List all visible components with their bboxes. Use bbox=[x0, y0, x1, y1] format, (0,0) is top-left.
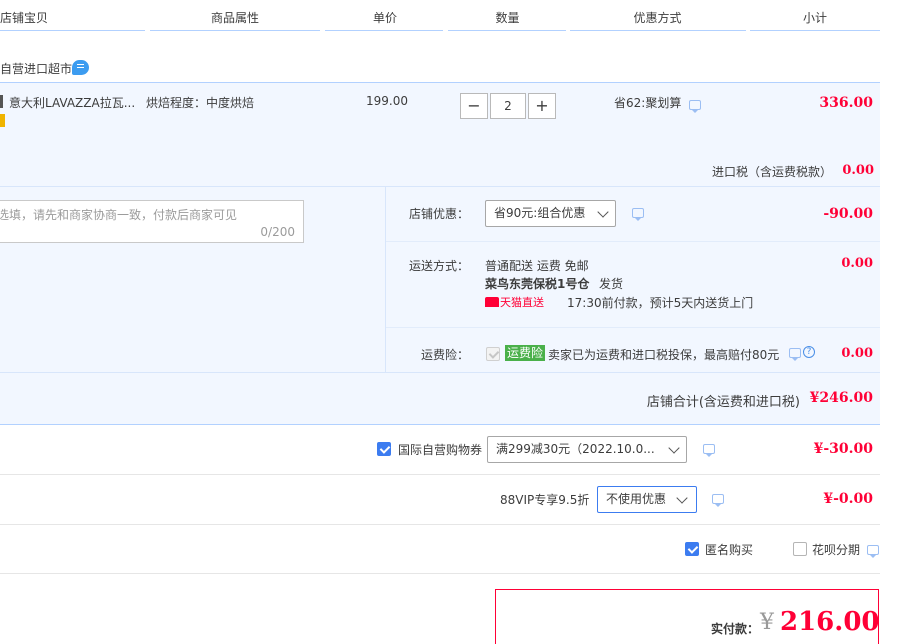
qty-plus-button[interactable]: + bbox=[528, 93, 556, 119]
message-icon[interactable] bbox=[689, 100, 701, 113]
message-placeholder: 选填，请先和商家协商一致，付款后商家可见 bbox=[0, 208, 238, 222]
payment-amount: 216.00 bbox=[780, 607, 880, 637]
section-divider bbox=[0, 186, 880, 187]
insurance-label: 运费险： bbox=[421, 348, 470, 362]
qty-input[interactable]: 2 bbox=[490, 93, 526, 119]
tmall-direct-badge: 天猫直送 bbox=[500, 296, 544, 309]
shop-discount-label: 店铺优惠： bbox=[409, 207, 470, 221]
chevron-down-icon bbox=[676, 492, 688, 504]
coupon-checkbox[interactable] bbox=[377, 442, 391, 456]
row-divider bbox=[0, 474, 880, 475]
chat-lines-icon bbox=[77, 64, 84, 68]
shipping-method: 普通配送 运费 免邮 bbox=[485, 259, 589, 273]
shop-discount-selected: 省90元:组合优惠 bbox=[494, 206, 586, 220]
vip-selected: 不使用优惠 bbox=[606, 492, 667, 506]
shipping-label: 运送方式： bbox=[409, 259, 470, 273]
chevron-down-icon bbox=[668, 442, 680, 454]
insurance-value: 0.00 bbox=[841, 346, 873, 361]
item-price: 199.00 bbox=[366, 94, 408, 108]
coupon-value: ¥-30.00 bbox=[813, 441, 873, 457]
header-item: 店铺宝贝 bbox=[0, 11, 49, 25]
vip-select[interactable]: 不使用优惠 bbox=[597, 486, 697, 513]
item-discount: 省62:聚划算 bbox=[614, 96, 682, 110]
header-discount: 优惠方式 bbox=[633, 11, 682, 25]
vip-label: 88VIP专享9.5折 bbox=[500, 493, 590, 507]
import-tax-label: 进口税（含运费税款） bbox=[711, 165, 832, 179]
header-subtotal: 小计 bbox=[802, 11, 827, 25]
message-counter: 0/200 bbox=[260, 225, 295, 239]
insurance-tag: 运费险 bbox=[505, 345, 546, 361]
header-attr: 商品属性 bbox=[210, 11, 259, 25]
shop-discount-value: -90.00 bbox=[823, 206, 873, 222]
header-qty: 数量 bbox=[495, 11, 520, 25]
insurance-desc: 卖家已为运费和进口税投保，最高赔付80元 bbox=[548, 348, 780, 362]
import-tax-value: 0.00 bbox=[842, 163, 874, 178]
insurance-checkbox bbox=[486, 347, 500, 361]
section-vertical-divider bbox=[385, 186, 386, 372]
payment-currency: ¥ bbox=[760, 610, 774, 635]
header-price: 单价 bbox=[372, 11, 397, 25]
message-icon[interactable] bbox=[867, 545, 879, 558]
item-tag-icon bbox=[0, 114, 5, 127]
shipping-eta: 17:30前付款，预计5天内送货上门 bbox=[567, 296, 754, 310]
shipping-value: 0.00 bbox=[841, 256, 873, 271]
message-icon[interactable] bbox=[703, 444, 715, 457]
vip-value: ¥-0.00 bbox=[823, 491, 873, 507]
section-bottom-border bbox=[0, 424, 880, 425]
tmall-logo-icon bbox=[485, 297, 499, 307]
message-icon[interactable] bbox=[632, 208, 644, 221]
item-thumbnail[interactable] bbox=[0, 95, 3, 108]
shipping-warehouse: 菜鸟东莞保税1号仓 bbox=[485, 277, 590, 291]
item-subtotal: 336.00 bbox=[819, 95, 873, 111]
row-divider bbox=[386, 327, 880, 328]
shop-discount-select[interactable]: 省90元:组合优惠 bbox=[485, 200, 616, 227]
qty-minus-button[interactable]: − bbox=[460, 93, 488, 119]
payment-label: 实付款： bbox=[711, 622, 760, 636]
anonymous-label: 匿名购买 bbox=[705, 543, 754, 557]
item-attr: 烘焙程度：中度烘焙 bbox=[146, 96, 255, 110]
seller-message-textarea[interactable]: 选填，请先和商家协商一致，付款后商家可见 0/200 bbox=[0, 200, 304, 243]
coupon-label: 国际自营购物券 bbox=[398, 443, 483, 457]
message-icon[interactable] bbox=[712, 494, 724, 507]
shop-total-value: ¥246.00 bbox=[809, 390, 873, 406]
huabei-label: 花呗分期 bbox=[812, 543, 861, 557]
coupon-selected: 满299减30元（2022.10.0... bbox=[496, 442, 655, 456]
row-divider bbox=[0, 573, 880, 574]
shipping-warehouse-suffix: 发货 bbox=[599, 277, 624, 291]
shop-total-label: 店铺合计(含运费和进口税) bbox=[646, 395, 800, 410]
item-title[interactable]: 意大利LAVAZZA拉瓦... bbox=[9, 94, 135, 111]
huabei-checkbox[interactable] bbox=[793, 542, 807, 556]
chat-bubble-icon[interactable] bbox=[72, 60, 89, 75]
chevron-down-icon bbox=[597, 206, 609, 218]
coupon-select[interactable]: 满299减30元（2022.10.0... bbox=[487, 436, 687, 463]
row-divider bbox=[0, 524, 880, 525]
shop-name[interactable]: 自营进口超市 bbox=[0, 60, 72, 78]
anonymous-checkbox[interactable] bbox=[685, 542, 699, 556]
row-divider bbox=[386, 241, 880, 242]
